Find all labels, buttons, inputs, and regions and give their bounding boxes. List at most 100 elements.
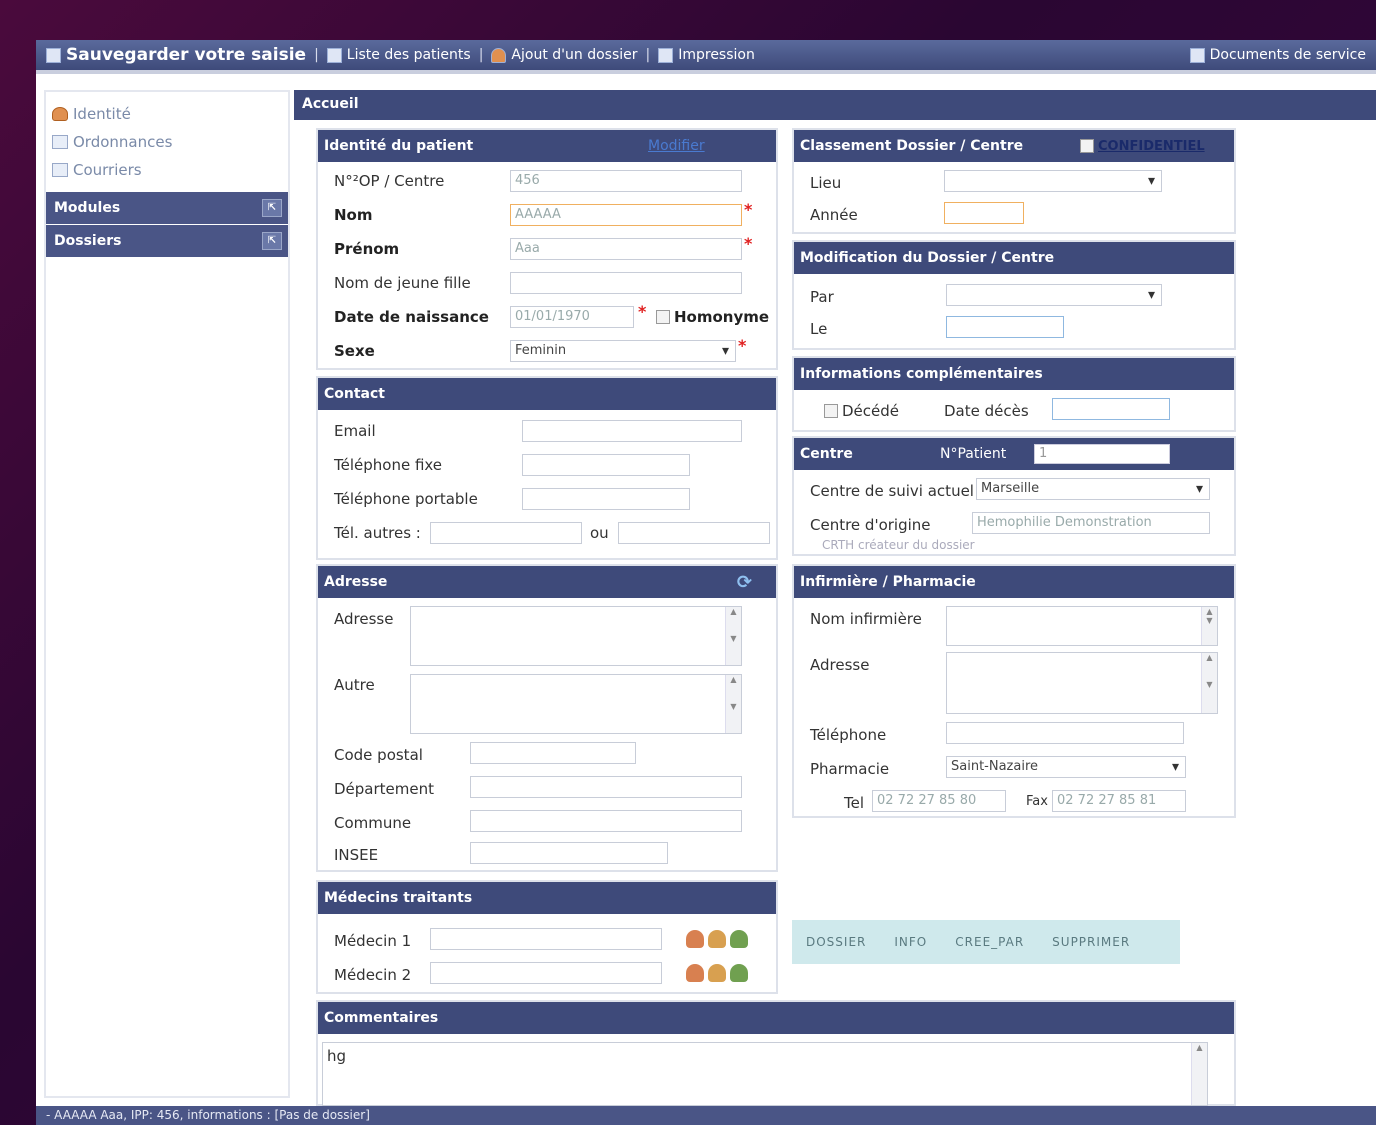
adresse-textarea[interactable]: ▲ ▼: [410, 606, 742, 666]
departement-input[interactable]: [470, 776, 742, 798]
centre-suivi-label: Centre de suivi actuel: [810, 482, 974, 500]
tel-fixe-input[interactable]: [522, 454, 690, 476]
expand-icon[interactable]: ⇱: [262, 232, 282, 250]
tel-portable-label: Téléphone portable: [334, 490, 478, 508]
search-doctor-icon[interactable]: [686, 930, 704, 948]
le-label: Le: [810, 320, 828, 338]
medecin2-input[interactable]: [430, 962, 662, 984]
search-doctor-icon[interactable]: [686, 964, 704, 982]
centre-origine-label: Centre d'origine: [810, 516, 931, 534]
panel-header: Médecins traitants: [318, 882, 776, 914]
decede-checkbox[interactable]: Décédé: [824, 402, 899, 420]
medecin1-input[interactable]: [430, 928, 662, 950]
prenom-input[interactable]: Aaa: [510, 238, 742, 260]
telephone-infirmiere-label: Téléphone: [810, 726, 887, 744]
npatient-input[interactable]: 1: [1034, 444, 1170, 464]
adresse-infirmiere-textarea[interactable]: ▲ ▼: [946, 652, 1218, 714]
sidebar-item-ordonnances[interactable]: Ordonnances: [52, 128, 282, 156]
email-input[interactable]: [522, 420, 742, 442]
sidebar-section-modules[interactable]: Modules ⇱: [46, 192, 288, 224]
edit-doctor-icon[interactable]: [730, 930, 748, 948]
annee-input[interactable]: [944, 202, 1024, 224]
panel-header: Adresse ⟳: [318, 566, 776, 598]
commentaires-panel: Commentaires hg ▲: [316, 1000, 1236, 1106]
naissance-input[interactable]: 01/01/1970: [510, 306, 634, 328]
nom-label: Nom: [334, 206, 373, 224]
centre-origine-input[interactable]: Hemophilie Demonstration: [972, 512, 1210, 534]
medecin2-label: Médecin 2: [334, 966, 412, 984]
edit-doctor-icon[interactable]: [730, 964, 748, 982]
homonyme-checkbox[interactable]: Homonyme: [656, 308, 769, 326]
autre-label: Autre: [334, 676, 375, 694]
print-button[interactable]: Impression: [658, 47, 755, 63]
sidebar-item-identite[interactable]: Identité: [52, 100, 282, 128]
panel-header: Commentaires: [318, 1002, 1234, 1034]
nom-input[interactable]: AAAAA: [510, 204, 742, 226]
save-button[interactable]: Sauvegarder votre saisie: [46, 45, 306, 65]
medecin1-label: Médecin 1: [334, 932, 412, 950]
naissance-label: Date de naissance: [334, 308, 489, 326]
date-deces-input[interactable]: [1052, 398, 1170, 420]
sidebar-section-dossiers[interactable]: Dossiers ⇱: [46, 225, 288, 257]
add-dossier-button[interactable]: Ajout d'un dossier: [491, 47, 638, 63]
add-doctor-icon[interactable]: [708, 930, 726, 948]
autre-textarea[interactable]: ▲ ▼: [410, 674, 742, 734]
add-doctor-icon[interactable]: [708, 964, 726, 982]
prenom-label: Prénom: [334, 240, 400, 258]
tab-cree-par[interactable]: CREE_PAR: [941, 935, 1038, 949]
insee-label: INSEE: [334, 846, 379, 864]
departement-label: Département: [334, 780, 434, 798]
email-label: Email: [334, 422, 376, 440]
adresse-label: Adresse: [334, 610, 394, 628]
nom-infirmiere-label: Nom infirmière: [810, 610, 922, 628]
sexe-select[interactable]: Feminin: [510, 340, 736, 362]
commune-label: Commune: [334, 814, 412, 832]
tab-dossier[interactable]: DOSSIER: [792, 935, 880, 949]
modifier-link[interactable]: Modifier: [648, 138, 705, 154]
toolbar-separator: |: [314, 47, 319, 63]
document-icon: [52, 135, 68, 149]
par-label: Par: [810, 288, 834, 306]
tab-info[interactable]: INFO: [880, 935, 941, 949]
nom-infirmiere-textarea[interactable]: ▲ ▼: [946, 606, 1218, 646]
npatient-label: N°Patient: [940, 446, 1007, 462]
modification-panel: Modification du Dossier / Centre Par Le: [792, 240, 1236, 350]
tel-portable-input[interactable]: [522, 488, 690, 510]
tel-fixe-label: Téléphone fixe: [334, 456, 443, 474]
tel-autres-label: Tél. autres :: [334, 524, 421, 542]
confidentiel-checkbox[interactable]: CONFIDENTIEL: [1080, 139, 1205, 154]
expand-icon[interactable]: ⇱: [262, 199, 282, 217]
le-input[interactable]: [946, 316, 1064, 338]
tel-pharmacie-input[interactable]: 02 72 27 85 80: [872, 790, 1006, 812]
telephone-infirmiere-input[interactable]: [946, 722, 1184, 744]
code-postal-input[interactable]: [470, 742, 636, 764]
crth-note: CRTH créateur du dossier: [822, 538, 975, 552]
sexe-label: Sexe: [334, 342, 375, 360]
tel-autres-input-2[interactable]: [618, 522, 770, 544]
documents-service-button[interactable]: Documents de service: [1189, 47, 1366, 63]
nop-input[interactable]: 456: [510, 170, 742, 192]
adresse-panel: Adresse ⟳ Adresse ▲ ▼ Autre ▲ ▼ Code posta…: [316, 564, 778, 872]
panel-header: Identité du patient Modifier: [318, 130, 776, 162]
medecins-panel: Médecins traitants Médecin 1 Médecin 2: [316, 880, 778, 994]
save-icon: [46, 47, 61, 63]
toolbar: Sauvegarder votre saisie | Liste des pat…: [36, 40, 1376, 74]
lieu-select[interactable]: [944, 170, 1162, 192]
commentaires-textarea[interactable]: hg ▲: [322, 1042, 1208, 1106]
centre-panel: Centre N°Patient 1 Centre de suivi actue…: [792, 436, 1236, 556]
jeune-fille-input[interactable]: [510, 272, 742, 294]
par-select[interactable]: [946, 284, 1162, 306]
patients-list-button[interactable]: Liste des patients: [326, 47, 471, 63]
tel-pharmacie-label: Tel: [844, 794, 865, 812]
centre-suivi-select[interactable]: Marseille: [976, 478, 1210, 500]
page-title: Accueil: [294, 90, 1376, 120]
tab-supprimer[interactable]: SUPPRIMER: [1038, 935, 1144, 949]
commune-input[interactable]: [470, 810, 742, 832]
pharmacie-select[interactable]: Saint-Nazaire: [946, 756, 1186, 778]
fax-pharmacie-input[interactable]: 02 72 27 85 81: [1052, 790, 1186, 812]
insee-input[interactable]: [470, 842, 668, 864]
sidebar-item-courriers[interactable]: Courriers: [52, 156, 282, 184]
refresh-icon[interactable]: ⟳: [737, 572, 752, 593]
list-icon: [326, 47, 342, 63]
tel-autres-input-1[interactable]: [430, 522, 582, 544]
